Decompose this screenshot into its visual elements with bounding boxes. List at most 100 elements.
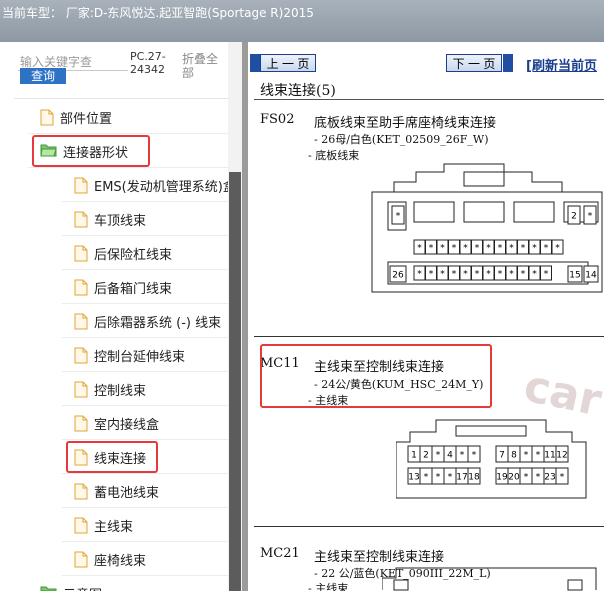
file-icon (74, 279, 88, 296)
connector-pin-label: * (521, 270, 526, 280)
connector-pin-label: 1 (411, 451, 417, 461)
connector-pin-label: * (424, 473, 429, 483)
connector-pin-label: 12 (556, 451, 567, 461)
tree-separator (62, 405, 234, 406)
file-icon (40, 109, 54, 126)
connector-code: FS02 (260, 112, 295, 127)
file-icon (74, 177, 88, 194)
connector-pin-label: * (417, 270, 422, 280)
connector-pin-label: * (536, 473, 541, 483)
next-arrow-icon[interactable] (503, 54, 513, 72)
tree-separator (62, 303, 234, 304)
tree-item[interactable]: 车顶线束 (74, 204, 146, 234)
tree-separator (62, 371, 234, 372)
file-icon (74, 415, 88, 432)
connector-pin-label: * (429, 244, 434, 254)
tree-item[interactable]: 蓄电池线束 (74, 476, 159, 506)
tree-item[interactable]: 后备箱门线束 (74, 272, 172, 302)
tree-item-label: 后除霜器系统 (-) 线束 (94, 315, 222, 331)
tree-item[interactable]: 后保险杠线束 (74, 238, 172, 268)
tree-item[interactable]: 线束连接 (74, 442, 146, 472)
tree-separator (62, 201, 234, 202)
connector-code: MC21 (260, 546, 300, 561)
next-page-button[interactable]: 下 一 页 (446, 54, 502, 72)
tree-item[interactable]: 后除霜器系统 (-) 线束 (74, 306, 221, 336)
connector-pin-label: * (532, 244, 537, 254)
tree-item[interactable]: 连接器形状 (40, 136, 128, 166)
document-pane: 上 一 页 下 一 页 [刷新当前页 线束连接(5) FS02 底板线束至助手席… (248, 42, 604, 591)
connector-pin-label: * (472, 451, 477, 461)
tree-separator (62, 541, 234, 542)
connector-pin-label: 13 (408, 473, 419, 483)
connector-pin-label: 2 (571, 212, 577, 222)
prev-arrow-icon[interactable] (250, 54, 260, 72)
sidebar: 查询 PC.27-24342 折叠全部 部件位置连接器形状 EMS(发动机管理系统… (0, 42, 242, 591)
title-rule (254, 99, 604, 100)
file-icon (74, 313, 88, 330)
connector-pin-label: * (498, 270, 503, 280)
tree-item[interactable]: 部件位置 (40, 102, 112, 132)
tree-item[interactable]: 控制线束 (74, 374, 146, 404)
file-icon (74, 381, 88, 398)
tree-separator (62, 439, 234, 440)
section-title: 线束连接(5) (260, 83, 336, 99)
tree-item[interactable]: 主线束 (74, 510, 133, 540)
tree-item-label: 主线束 (94, 519, 134, 535)
connector-pin-label: * (463, 270, 468, 280)
connector-spec: - 24公/黄色(KUM_HSC_24M_Y) (314, 378, 484, 391)
connector-pin-label: 7 (499, 451, 505, 461)
title-bar: 当前车型： 厂家:D-东风悦达.起亚智跑(Sportage R)2015 (0, 0, 604, 42)
collapse-all-button[interactable]: 折叠全部 (182, 52, 226, 80)
connector-pin-label: 18 (468, 473, 480, 483)
connector-name: 底板线束至助手席座椅线束连接 (314, 116, 497, 131)
connector-pin-label: * (588, 212, 593, 222)
tree-item[interactable]: 座椅线束 (74, 544, 146, 574)
connector-pin-label: * (452, 270, 457, 280)
connector-pin-label: * (460, 451, 465, 461)
tree-separator (62, 507, 234, 508)
tree-item-label: 部件位置 (60, 111, 113, 127)
connector-pin-label: 4 (447, 451, 453, 461)
tree-item-label: EMS(发动机管理系统)盒 (94, 179, 236, 195)
tree-item-label: 连接器形状 (63, 145, 129, 161)
file-icon (74, 449, 88, 466)
connector-pin-label: 26 (392, 271, 404, 281)
tree-item[interactable]: 示意图 (40, 578, 102, 591)
section-rule-2 (254, 526, 604, 527)
tree-item[interactable]: EMS(发动机管理系统)盒 (74, 170, 236, 200)
refresh-page-link[interactable]: [刷新当前页 (526, 55, 597, 74)
connector-code: MC11 (260, 356, 300, 371)
connector-pin-label: 23 (544, 473, 555, 483)
sidebar-scrollbar[interactable] (228, 42, 242, 591)
connector-pin-label: * (486, 244, 491, 254)
tree-item-label: 蓄电池线束 (94, 485, 160, 501)
connector-pin-label: * (475, 244, 480, 254)
connector-pin-label: * (452, 244, 457, 254)
tree-separator (62, 337, 234, 338)
connector-harness: - 底板线束 (308, 149, 360, 162)
scrollbar-thumb[interactable] (229, 172, 241, 591)
connector-pin-label: * (486, 270, 491, 280)
connector-pin-label: * (436, 473, 441, 483)
connector-pin-label: * (509, 270, 514, 280)
tree-item-label: 座椅线束 (94, 553, 147, 569)
connector-pin-label: * (555, 244, 560, 254)
mc11-connector-diagram: 1 2 * 4 * * 7 8 * * 11 1213 * * * 17 18 19 20 * * 23 * (396, 419, 587, 499)
connector-pin-label: * (498, 244, 503, 254)
connector-pin-label: * (524, 451, 529, 461)
tree-item[interactable]: 室内接线盒 (74, 408, 159, 438)
connector-document: 线束连接(5) FS02 底板线束至助手席座椅线束连接 - 26母/白色(KET… (254, 78, 604, 591)
folder-icon (40, 585, 57, 591)
header-divider (14, 98, 234, 99)
connector-pin-label: 19 (496, 473, 508, 483)
tree-item-label: 线束连接 (94, 451, 147, 467)
connector-pin-label: 14 (585, 271, 597, 281)
tree-separator (28, 133, 234, 134)
connector-pin-label: * (521, 244, 526, 254)
query-button[interactable]: 查询 (20, 68, 66, 84)
connector-pin-label: * (417, 244, 422, 254)
connector-pin-label: * (436, 451, 441, 461)
prev-page-button[interactable]: 上 一 页 (260, 54, 316, 72)
connector-pin-label: * (532, 270, 537, 280)
tree-item[interactable]: 控制台延伸线束 (74, 340, 185, 370)
